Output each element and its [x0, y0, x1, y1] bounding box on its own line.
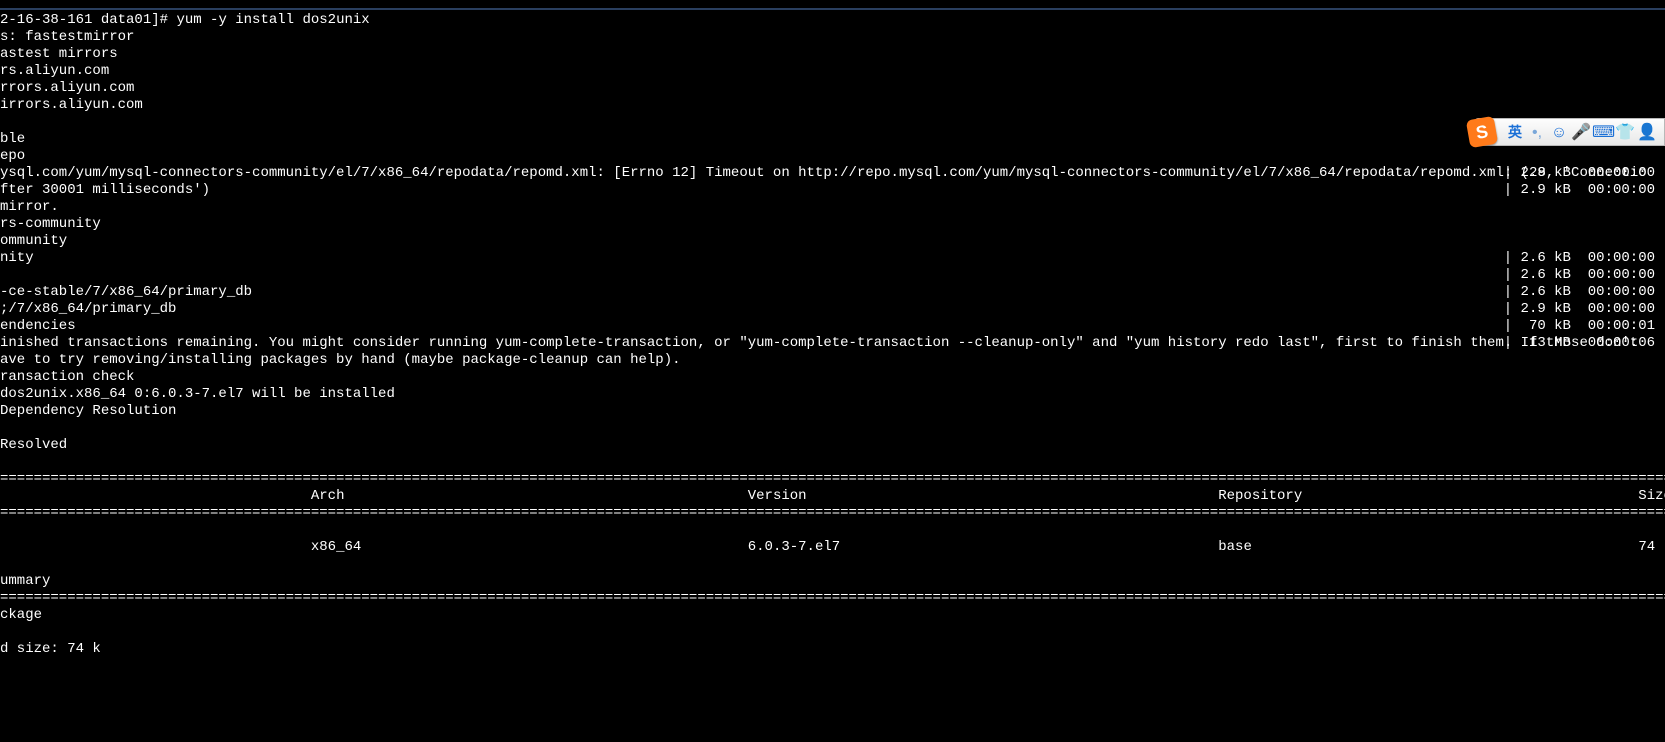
out-line: irrors.aliyun.com	[0, 97, 143, 113]
out-line: astest mirrors	[0, 46, 118, 62]
typed-command: yum -y install dos2unix	[176, 12, 369, 28]
download-stats-block-2: | 2.6 kB 00:00:00 | 2.6 kB 00:00:00 | 2.…	[1504, 233, 1655, 352]
out-line: s: fastestmirror	[0, 29, 134, 45]
download-stats-block-1: | 2.9 kB 00:00:00 | 2.9 kB 00:00:00	[1504, 148, 1655, 199]
ime-keyboard-icon[interactable]: ⌨	[1592, 124, 1614, 141]
prompt-host: 2-16-38-161 data01]#	[0, 12, 176, 28]
out-line: ckage	[0, 607, 42, 623]
stat-line: | 2.6 kB 00:00:00	[1504, 267, 1655, 283]
out-line: Resolved	[0, 437, 67, 453]
ime-voice-icon[interactable]: 🎤	[1570, 124, 1592, 141]
table-rule: ========================================…	[0, 471, 1665, 487]
table-header-row: Arch Version Repository Size	[0, 488, 1665, 504]
ime-user-icon[interactable]: 👤	[1636, 124, 1658, 141]
terminal-output[interactable]: 2-16-38-161 data01]# yum -y install dos2…	[0, 12, 1665, 658]
stat-line: | 2.6 kB 00:00:00	[1504, 284, 1655, 300]
out-line: dos2unix.x86_64 0:6.0.3-7.el7 will be in…	[0, 386, 395, 402]
out-line: mirror.	[0, 199, 59, 215]
out-line: ommunity	[0, 233, 67, 249]
out-line: epo	[0, 148, 25, 164]
out-line: -ce-stable/7/x86_64/primary_db	[0, 284, 252, 300]
out-line: rs.aliyun.com	[0, 63, 109, 79]
out-line: ave to try removing/installing packages …	[0, 352, 681, 368]
out-line: ummary	[0, 573, 50, 589]
ime-punct-icon[interactable]: •,	[1526, 124, 1548, 141]
out-line: Dependency Resolution	[0, 403, 176, 419]
out-line: inished transactions remaining. You migh…	[0, 335, 1638, 351]
table-row: x86_64 6.0.3-7.el7 base 74 k	[0, 539, 1665, 555]
ime-toolbar[interactable]: S 英•,☺🎤⌨👕👤	[1475, 118, 1665, 146]
stat-line: | 2.6 kB 00:00:00	[1504, 250, 1655, 266]
out-line: rs-community	[0, 216, 101, 232]
ime-lang-icon[interactable]: 英	[1504, 124, 1526, 141]
out-line: ;/7/x86_64/primary_db	[0, 301, 176, 317]
out-line: nity	[0, 250, 34, 266]
out-line: endencies	[0, 318, 76, 334]
ime-emoji-icon[interactable]: ☺	[1548, 124, 1570, 141]
stat-line: | 13 MB 00:00:06	[1504, 335, 1655, 351]
out-line: fter 30001 milliseconds')	[0, 182, 210, 198]
stat-line: | 70 kB 00:00:01	[1504, 318, 1655, 334]
out-line: ysql.com/yum/mysql-connectors-community/…	[0, 165, 1647, 181]
window-top-edge	[0, 8, 1665, 10]
table-rule: ========================================…	[0, 590, 1665, 606]
out-line: ransaction check	[0, 369, 134, 385]
table-rule: ========================================…	[0, 505, 1665, 521]
out-line: rrors.aliyun.com	[0, 80, 134, 96]
sogou-logo-icon[interactable]: S	[1466, 116, 1498, 148]
stat-line: | 2.9 kB 00:00:00	[1504, 301, 1655, 317]
stat-line: | 2.9 kB 00:00:00	[1504, 165, 1655, 181]
out-line: ble	[0, 131, 25, 147]
stat-line: | 2.9 kB 00:00:00	[1504, 182, 1655, 198]
ime-skin-icon[interactable]: 👕	[1614, 124, 1636, 141]
out-line: d size: 74 k	[0, 641, 101, 657]
